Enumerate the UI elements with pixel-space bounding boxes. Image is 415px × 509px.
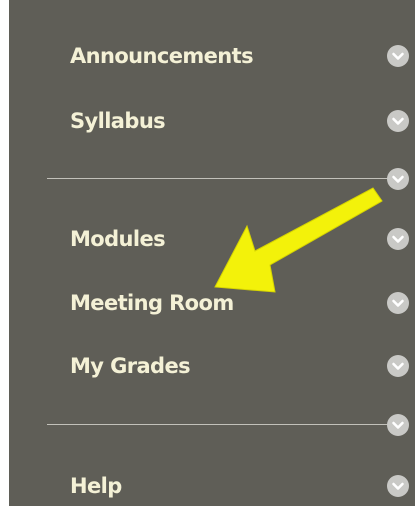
chevron-down-icon[interactable] <box>387 110 409 132</box>
chevron-down-icon[interactable] <box>387 292 409 314</box>
chevron-down-icon[interactable] <box>387 355 409 377</box>
chevron-down-icon[interactable] <box>387 45 409 67</box>
chevron-down-icon[interactable] <box>387 168 409 190</box>
course-menu: Announcements Syllabus Modules Meeting R… <box>9 0 415 506</box>
menu-item-label: Meeting Room <box>70 291 234 315</box>
menu-item-my-grades[interactable]: My Grades <box>9 343 415 389</box>
menu-item-label: My Grades <box>70 354 191 378</box>
menu-item-label: Modules <box>70 227 166 251</box>
menu-item-meeting-room[interactable]: Meeting Room <box>9 280 415 326</box>
menu-item-announcements[interactable]: Announcements <box>9 33 415 79</box>
menu-item-label: Announcements <box>70 44 254 68</box>
menu-item-modules[interactable]: Modules <box>9 216 415 262</box>
menu-divider <box>47 424 397 425</box>
chevron-down-icon[interactable] <box>387 414 409 436</box>
menu-item-syllabus[interactable]: Syllabus <box>9 98 415 144</box>
chevron-down-icon[interactable] <box>387 228 409 250</box>
menu-item-label: Help <box>70 474 122 498</box>
menu-item-label: Syllabus <box>70 109 166 133</box>
screenshot-frame: Announcements Syllabus Modules Meeting R… <box>0 0 415 506</box>
chevron-down-icon[interactable] <box>387 475 409 497</box>
menu-item-help[interactable]: Help <box>9 463 415 509</box>
menu-divider <box>47 178 397 179</box>
